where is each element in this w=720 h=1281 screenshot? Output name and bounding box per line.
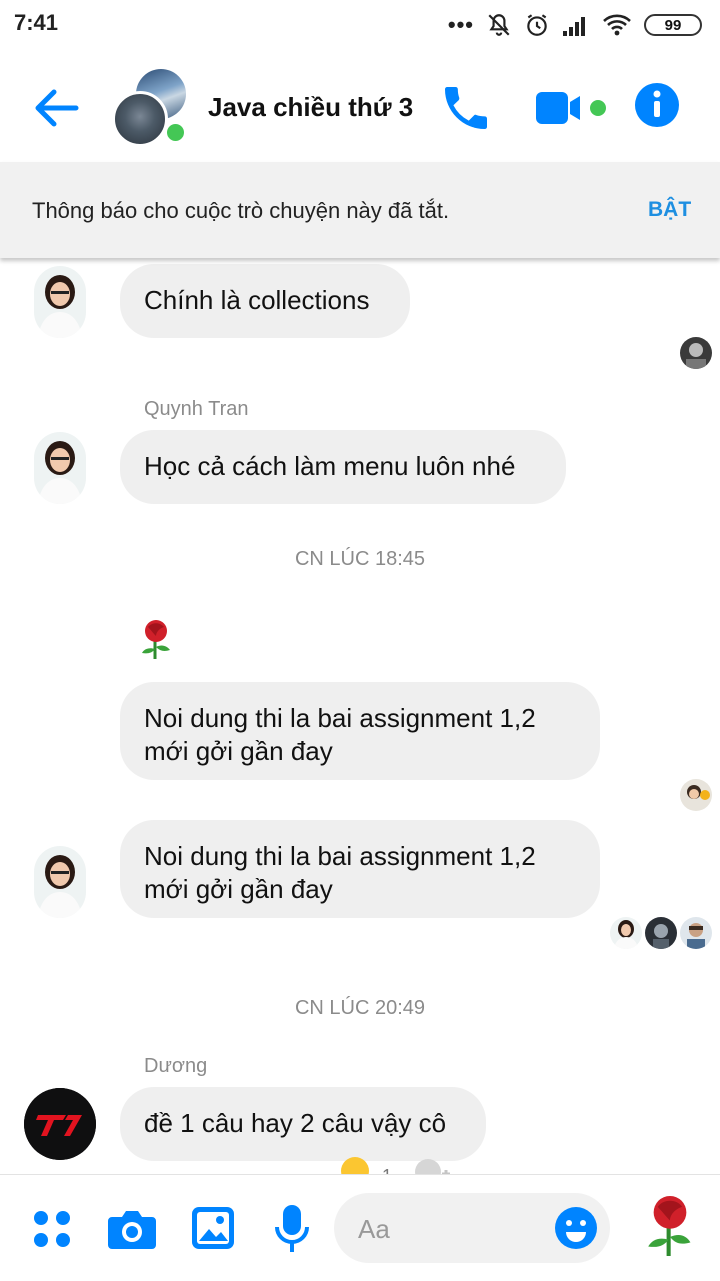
video-call-button[interactable] <box>532 80 612 136</box>
camera-button[interactable] <box>106 1205 158 1258</box>
sender-name: Dương <box>144 1055 208 1077</box>
message-bubble[interactable]: Noi dung thi la bai assignment 1,2 mới g… <box>120 820 600 918</box>
sender-avatar[interactable] <box>34 266 86 338</box>
wifi-icon <box>603 14 631 36</box>
info-button[interactable] <box>632 80 682 130</box>
group-avatar-photo-2 <box>112 91 168 147</box>
emoji-button[interactable] <box>554 1206 598 1255</box>
chat-title[interactable]: Java chiều thứ 3 <box>208 92 413 123</box>
gallery-button[interactable] <box>190 1205 236 1256</box>
seen-avatar <box>680 917 712 949</box>
turn-on-notifications-button[interactable]: BẬT <box>648 198 691 222</box>
sender-avatar[interactable] <box>34 432 86 504</box>
group-avatar[interactable] <box>112 69 192 149</box>
status-time: 7:41 <box>14 10 59 35</box>
image-icon <box>192 1207 234 1249</box>
microphone-icon <box>275 1205 309 1252</box>
voice-message-button[interactable] <box>274 1203 310 1260</box>
back-button[interactable] <box>28 80 84 136</box>
sender-avatar[interactable] <box>24 1088 96 1160</box>
muted-notice-banner: Thông báo cho cuộc trò chuyện này đã tắt… <box>0 162 720 258</box>
chat-header: Java chiều thứ 3 <box>0 52 720 162</box>
seen-avatar <box>610 917 642 949</box>
message-bubble[interactable]: Chính là collections <box>120 264 410 338</box>
seen-avatar <box>645 917 677 949</box>
send-rose-button[interactable] <box>640 1193 700 1264</box>
muted-notice-text: Thông báo cho cuộc trò chuyện này đã tắt… <box>32 198 450 223</box>
smiley-icon <box>555 1207 597 1249</box>
seen-avatar <box>680 779 712 811</box>
user-avatar-icon <box>34 432 86 504</box>
timestamp-divider: CN LÚC 20:49 <box>294 997 426 1019</box>
message-input-container[interactable] <box>334 1193 610 1265</box>
alarm-icon <box>527 14 547 36</box>
video-camera-icon <box>536 92 606 124</box>
rose-icon <box>648 1196 691 1256</box>
timestamp-divider: CN LÚC 18:45 <box>294 548 426 570</box>
composer-bar <box>0 1174 720 1281</box>
user-avatar-icon <box>34 846 86 918</box>
camera-icon <box>108 1211 156 1249</box>
battery-indicator: 99 <box>644 14 702 36</box>
sender-name: Quynh Tran <box>144 398 249 420</box>
four-dots-icon <box>34 1211 70 1247</box>
back-arrow-icon <box>35 89 79 127</box>
signal-icon <box>563 17 585 36</box>
sender-avatar[interactable] <box>34 846 86 918</box>
rose-sticker[interactable] <box>134 617 178 666</box>
online-indicator <box>164 121 187 144</box>
message-bubble[interactable]: Học cả cách làm menu luôn nhé <box>120 430 566 504</box>
message-input[interactable] <box>356 1193 550 1265</box>
mute-icon <box>488 14 510 36</box>
seen-avatar <box>680 337 712 369</box>
message-bubble[interactable]: Noi dung thi la bai assignment 1,2 mới g… <box>120 682 600 780</box>
message-bubble[interactable]: đề 1 câu hay 2 câu vậy cô <box>120 1087 486 1161</box>
info-icon <box>635 83 679 127</box>
more-actions-button[interactable] <box>30 1207 74 1256</box>
more-dots-icon: ••• <box>447 12 474 37</box>
phone-icon <box>445 87 487 129</box>
voice-call-button[interactable] <box>438 80 494 136</box>
status-bar: 7:41 ••• 99 <box>0 0 720 52</box>
status-icons: ••• 99 <box>448 10 702 40</box>
user-avatar-icon <box>34 266 86 338</box>
rose-icon <box>142 620 170 659</box>
t1-logo-icon <box>24 1088 96 1160</box>
